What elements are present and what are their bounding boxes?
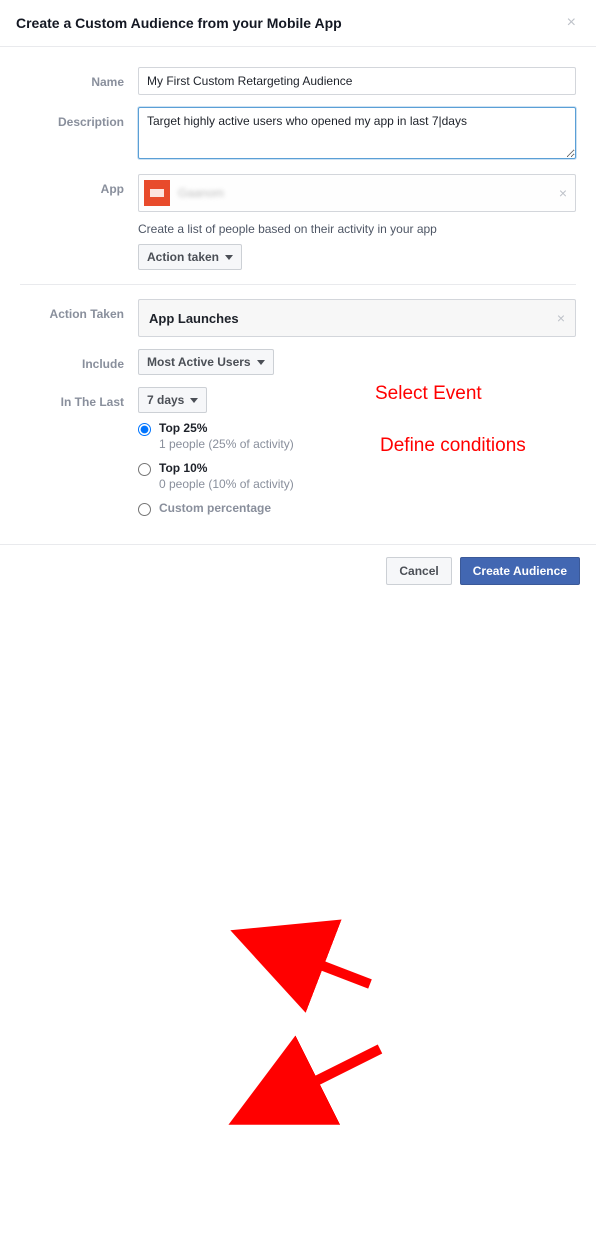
cancel-button[interactable]: Cancel xyxy=(386,557,451,585)
action-type-dropdown[interactable]: Action taken xyxy=(138,244,242,270)
in-last-label: In The Last xyxy=(20,387,138,409)
include-value: Most Active Users xyxy=(147,355,251,369)
app-row: App Gaanom × Create a list of people bas… xyxy=(20,174,576,270)
modal-footer: Cancel Create Audience xyxy=(0,545,596,599)
radio-option-top25[interactable]: Top 25% 1 people (25% of activity) xyxy=(138,421,576,451)
modal-body: Name Description App Gaanom × Create a l… xyxy=(0,47,596,526)
name-label: Name xyxy=(20,67,138,89)
in-last-value: 7 days xyxy=(147,393,184,407)
app-name: Gaanom xyxy=(178,186,224,200)
clear-action-icon[interactable]: × xyxy=(557,310,565,326)
action-taken-label: Action Taken xyxy=(20,299,138,321)
in-last-row: In The Last 7 days Top 25% 1 people (25%… xyxy=(20,387,576,526)
include-dropdown[interactable]: Most Active Users xyxy=(138,349,274,375)
clear-app-icon[interactable]: × xyxy=(559,185,567,201)
name-input[interactable] xyxy=(138,67,576,95)
chevron-down-icon xyxy=(225,255,233,260)
description-input[interactable] xyxy=(138,107,576,159)
helper-text: Create a list of people based on their a… xyxy=(138,222,576,236)
radio-title: Top 10% xyxy=(159,461,294,475)
radio-top10-input[interactable] xyxy=(138,463,151,476)
create-audience-button[interactable]: Create Audience xyxy=(460,557,580,585)
chevron-down-icon xyxy=(190,398,198,403)
modal-header: Create a Custom Audience from your Mobil… xyxy=(0,0,596,47)
description-row: Description xyxy=(20,107,576,162)
radio-option-custom[interactable]: Custom percentage xyxy=(138,501,576,516)
radio-custom-input[interactable] xyxy=(138,503,151,516)
action-type-label: Action taken xyxy=(147,250,219,264)
percent-radio-group: Top 25% 1 people (25% of activity) Top 1… xyxy=(138,421,576,516)
annotation-arrows xyxy=(0,599,596,1250)
chevron-down-icon xyxy=(257,360,265,365)
name-row: Name xyxy=(20,67,576,95)
modal-title: Create a Custom Audience from your Mobil… xyxy=(16,15,342,31)
app-selector[interactable]: Gaanom × xyxy=(138,174,576,212)
close-icon[interactable]: × xyxy=(563,14,580,32)
radio-top25-input[interactable] xyxy=(138,423,151,436)
app-icon xyxy=(144,180,170,206)
radio-title: Top 25% xyxy=(159,421,294,435)
action-taken-value: App Launches xyxy=(149,311,239,326)
in-last-dropdown[interactable]: 7 days xyxy=(138,387,207,413)
radio-option-top10[interactable]: Top 10% 0 people (10% of activity) xyxy=(138,461,576,491)
radio-title: Custom percentage xyxy=(159,501,271,515)
app-label: App xyxy=(20,174,138,196)
include-row: Include Most Active Users xyxy=(20,349,576,375)
action-taken-row: Action Taken App Launches × xyxy=(20,299,576,337)
divider xyxy=(20,284,576,285)
description-label: Description xyxy=(20,107,138,129)
radio-sub: 0 people (10% of activity) xyxy=(159,477,294,491)
action-taken-selector[interactable]: App Launches × xyxy=(138,299,576,337)
radio-sub: 1 people (25% of activity) xyxy=(159,437,294,451)
include-label: Include xyxy=(20,349,138,371)
